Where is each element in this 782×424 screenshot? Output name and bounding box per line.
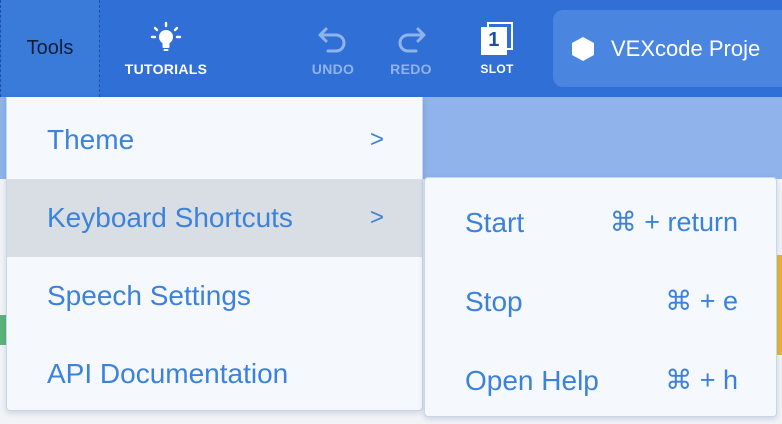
menu-item-label: API Documentation <box>47 358 289 389</box>
slot-button[interactable]: 1 SLOT <box>466 0 528 97</box>
menu-item-label: Theme <box>47 124 135 155</box>
menu-item-label: Keyboard Shortcuts <box>47 202 293 233</box>
keyboard-shortcuts-submenu: Start ⌘ + return Stop ⌘ + e Open Help ⌘ … <box>424 177 777 417</box>
project-name: VEXcode Proje <box>611 35 761 61</box>
shortcut-key: ⌘ + h <box>665 365 738 395</box>
top-toolbar: Tools TUTORIALS UNDO REDO 1 SLOT VEXcode… <box>0 0 782 97</box>
shortcut-label: Stop <box>465 285 523 317</box>
tutorials-label: TUTORIALS <box>124 60 208 77</box>
tools-label: Tools <box>26 37 74 59</box>
tools-dropdown-menu: Theme > Keyboard Shortcuts > Speech Sett… <box>6 97 423 411</box>
undo-icon <box>316 21 350 55</box>
shortcut-item-stop[interactable]: Stop ⌘ + e <box>425 262 776 341</box>
project-name-button[interactable]: VEXcode Proje <box>553 10 782 87</box>
redo-label: REDO <box>390 60 432 77</box>
tutorials-button[interactable]: TUTORIALS <box>116 0 216 97</box>
menu-item-keyboard-shortcuts[interactable]: Keyboard Shortcuts > <box>7 179 422 257</box>
tools-menu-button[interactable]: Tools <box>0 0 100 97</box>
shortcut-label: Start <box>465 206 525 238</box>
slot-label: SLOT <box>480 61 514 76</box>
shortcut-label: Open Help <box>465 364 599 396</box>
shortcut-item-open-help[interactable]: Open Help ⌘ + h <box>425 341 776 420</box>
submenu-arrow-icon: > <box>369 204 384 231</box>
menu-item-theme[interactable]: Theme > <box>7 101 422 179</box>
hexagon-icon <box>571 36 595 62</box>
menu-item-speech-settings[interactable]: Speech Settings <box>7 257 422 335</box>
lightbulb-icon <box>149 21 183 55</box>
submenu-arrow-icon: > <box>369 126 384 153</box>
shortcut-item-start[interactable]: Start ⌘ + return <box>425 183 776 262</box>
slot-icon: 1 <box>477 21 517 56</box>
slot-number: 1 <box>481 26 507 55</box>
shortcut-key: ⌘ + return <box>609 207 738 237</box>
redo-icon <box>394 21 428 55</box>
redo-button[interactable]: REDO <box>378 0 444 97</box>
menu-item-api-documentation[interactable]: API Documentation <box>7 335 422 413</box>
menu-item-label: Speech Settings <box>47 280 251 311</box>
undo-button[interactable]: UNDO <box>300 0 366 97</box>
shortcut-key: ⌘ + e <box>665 286 738 316</box>
undo-label: UNDO <box>311 60 355 77</box>
